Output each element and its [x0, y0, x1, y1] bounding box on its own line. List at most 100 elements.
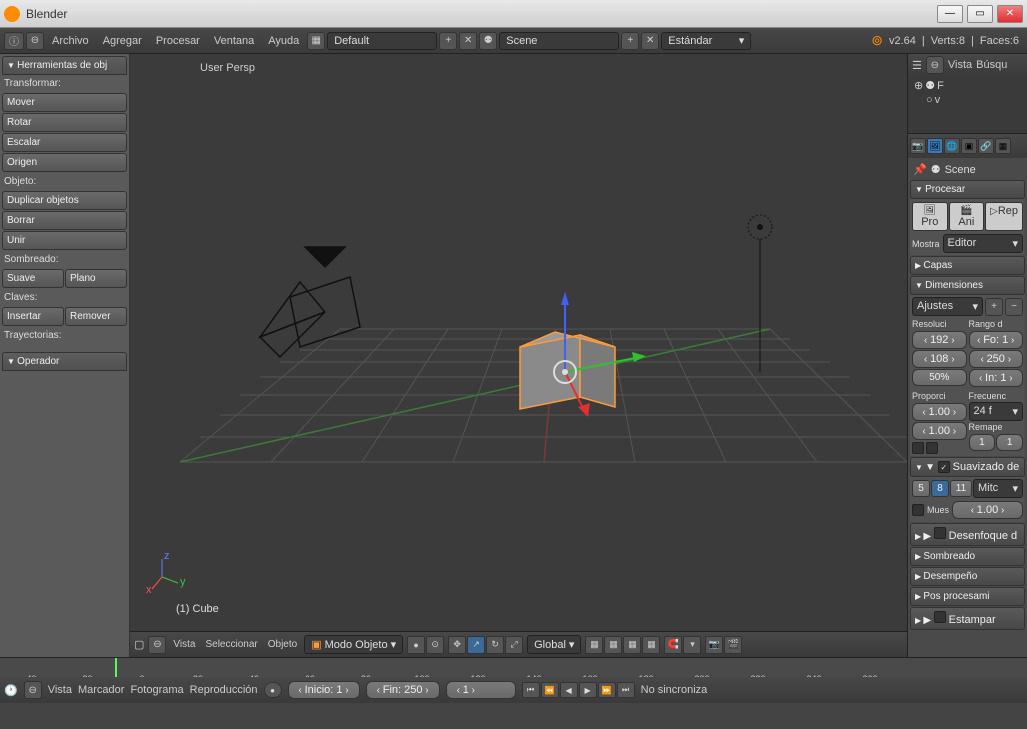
layout-name-field[interactable]: Default	[327, 32, 437, 50]
snap-type-icon[interactable]: ▾	[683, 636, 701, 654]
play-icon[interactable]: ▶	[579, 682, 597, 698]
maximize-button[interactable]: ▭	[967, 5, 993, 23]
rotar-button[interactable]: Rotar	[2, 113, 127, 132]
vh-seleccionar[interactable]: Seleccionar	[202, 639, 260, 650]
estampar-panel-header[interactable]: ▶ Estampar	[910, 607, 1025, 630]
aa-8-button[interactable]: 8	[931, 480, 949, 497]
outliner-vista[interactable]: Vista	[948, 59, 972, 71]
aa-5-button[interactable]: 5	[912, 480, 930, 497]
tl-reproduccion[interactable]: Reproducción	[190, 684, 258, 696]
editor-type-3dview-icon[interactable]: ▢	[134, 638, 144, 651]
outliner-item[interactable]: ○v	[914, 93, 1021, 107]
escalar-button[interactable]: Escalar	[2, 133, 127, 152]
autokey-toggle-icon[interactable]: ●	[264, 682, 282, 698]
editor-type-icon[interactable]: ⓘ	[4, 32, 24, 50]
play-reverse-icon[interactable]: ◀	[560, 682, 578, 698]
tools-panel-header[interactable]: Herramientas de obj	[2, 56, 127, 75]
tab-constraints-icon[interactable]: 🔗	[978, 138, 994, 154]
frame-end-field[interactable]: ‹ 250 ›	[969, 350, 1024, 368]
tab-data-icon[interactable]: ▦	[995, 138, 1011, 154]
suavizado-panel-header[interactable]: ▼ ✓ Suavizado de	[910, 457, 1025, 477]
insertar-button[interactable]: Insertar	[2, 307, 64, 326]
mover-button[interactable]: Mover	[2, 93, 127, 112]
collapse-menus-icon[interactable]: ⊖	[26, 32, 44, 50]
end-frame-field[interactable]: ‹ Fin: 250 ›	[366, 681, 440, 699]
remover-button[interactable]: Remover	[65, 307, 127, 326]
close-button[interactable]: ✕	[997, 5, 1023, 23]
operador-panel-header[interactable]: Operador	[2, 352, 127, 371]
scene-field[interactable]: Scene	[499, 32, 619, 50]
aspect-y-field[interactable]: ‹ 1.00 ›	[912, 422, 967, 440]
display-dropdown[interactable]: Editor▾	[943, 234, 1023, 253]
layers-grid[interactable]: ▦▦▦▦	[585, 636, 660, 654]
tl-fotograma[interactable]: Fotograma	[130, 684, 183, 696]
sombreado-panel-header[interactable]: Sombreado	[910, 547, 1025, 566]
render-anim-button[interactable]: 🎬Ani	[949, 202, 985, 231]
timeline-collapse-icon[interactable]: ⊖	[24, 681, 42, 699]
render-image-button[interactable]: 🖼Pro	[912, 202, 948, 231]
res-x-field[interactable]: ‹ 192 ›	[912, 331, 967, 349]
sync-dropdown[interactable]: No sincroniza	[641, 684, 731, 696]
plano-button[interactable]: Plano	[65, 269, 127, 288]
menu-agregar[interactable]: Agregar	[97, 35, 148, 47]
pivot-dropdown-icon[interactable]: ⊙	[426, 636, 444, 654]
aa-11-button[interactable]: 11	[950, 480, 972, 497]
borrar-button[interactable]: Borrar	[2, 211, 127, 230]
render-anim-icon[interactable]: 🎬	[724, 636, 742, 654]
render-preview-icon[interactable]: 📷	[705, 636, 723, 654]
layout-browse-icon[interactable]: ▦	[307, 32, 325, 50]
pin-icon[interactable]: 📌	[913, 163, 927, 176]
manip-toggle-icon[interactable]: ✥	[448, 636, 466, 654]
viewport-canvas[interactable]: z y x	[130, 54, 907, 631]
menu-procesar[interactable]: Procesar	[150, 35, 206, 47]
aspect-x-field[interactable]: ‹ 1.00 ›	[912, 403, 967, 421]
tl-marcador[interactable]: Marcador	[78, 684, 124, 696]
dimensiones-panel-header[interactable]: Dimensiones	[910, 276, 1025, 295]
fps-dropdown[interactable]: 24 f▾	[969, 402, 1024, 421]
jump-start-icon[interactable]: ⏮	[522, 682, 540, 698]
jump-end-icon[interactable]: ⏭	[617, 682, 635, 698]
origen-button[interactable]: Origen	[2, 153, 127, 172]
outliner-buscar[interactable]: Búsqu	[976, 59, 1007, 71]
tab-world-icon[interactable]: 🌐	[944, 138, 960, 154]
menu-ventana[interactable]: Ventana	[208, 35, 260, 47]
camera-object[interactable]	[260, 247, 360, 357]
preset-remove-icon[interactable]: −	[1005, 298, 1023, 316]
suave-button[interactable]: Suave	[2, 269, 64, 288]
tab-scene-icon[interactable]: 🖼	[927, 138, 943, 154]
res-pct-field[interactable]: 50%	[912, 369, 967, 386]
posproc-panel-header[interactable]: Pos procesami	[910, 587, 1025, 606]
manip-translate-icon[interactable]: ↗	[467, 636, 485, 654]
procesar-panel-header[interactable]: Procesar	[910, 180, 1025, 199]
full-sample-checkbox[interactable]	[912, 504, 924, 516]
next-keyframe-icon[interactable]: ⏩	[598, 682, 616, 698]
filter-size-field[interactable]: ‹ 1.00 ›	[952, 501, 1023, 519]
frame-start-field[interactable]: ‹ Fo: 1 ›	[969, 331, 1024, 349]
tab-object-icon[interactable]: ▣	[961, 138, 977, 154]
scene-name[interactable]: Scene	[945, 164, 976, 176]
mode-dropdown[interactable]: ▣Modo Objeto▾	[304, 635, 403, 654]
3d-viewport[interactable]: z y x User Persp (1) Cube ▢ ⊖ Vista Sele…	[130, 54, 907, 657]
snap-toggle-icon[interactable]: 🧲	[664, 636, 682, 654]
current-frame-field[interactable]: ‹ 1 ›	[446, 681, 516, 699]
outliner-type-icon[interactable]: ☰	[912, 59, 922, 72]
manip-rotate-icon[interactable]: ↻	[486, 636, 504, 654]
capas-panel-header[interactable]: Capas	[910, 256, 1025, 275]
vh-vista[interactable]: Vista	[170, 639, 198, 650]
res-y-field[interactable]: ‹ 108 ›	[912, 350, 967, 368]
desenfoque-panel-header[interactable]: ▶ Desenfoque d	[910, 523, 1025, 546]
shading-dropdown-icon[interactable]: ●	[407, 636, 425, 654]
outliner-item[interactable]: ⊕⚉F	[914, 78, 1021, 93]
layout-remove-icon[interactable]: ✕	[459, 32, 477, 50]
preset-add-icon[interactable]: +	[985, 298, 1003, 316]
scene-add-icon[interactable]: +	[621, 32, 639, 50]
filter-dropdown[interactable]: Mitc▾	[973, 479, 1023, 498]
layout-add-icon[interactable]: +	[439, 32, 457, 50]
tl-vista[interactable]: Vista	[48, 684, 72, 696]
start-frame-field[interactable]: ‹ Inicio: 1 ›	[288, 681, 360, 699]
scene-remove-icon[interactable]: ✕	[641, 32, 659, 50]
render-play-button[interactable]: ▷Rep	[985, 202, 1023, 231]
crop-checkbox[interactable]	[926, 442, 938, 454]
desempeno-panel-header[interactable]: Desempeño	[910, 567, 1025, 586]
duplicar-button[interactable]: Duplicar objetos	[2, 191, 127, 210]
